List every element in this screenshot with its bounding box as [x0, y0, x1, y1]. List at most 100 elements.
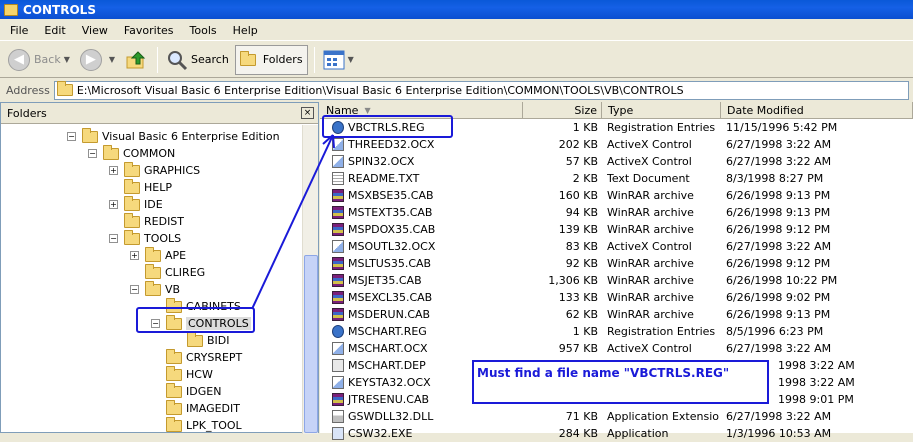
- file-size: 1,306 KB: [548, 274, 598, 287]
- file-date-modified: 1/3/1996 10:53 AM: [726, 427, 832, 440]
- cab-file-icon: [332, 206, 344, 219]
- file-name: CSW32.EXE: [348, 427, 413, 440]
- forward-button[interactable]: ▶ ▼: [76, 46, 119, 74]
- tree-item-label: LPK_TOOL: [186, 419, 242, 432]
- menu-tools[interactable]: Tools: [182, 24, 225, 37]
- folder-icon: [166, 348, 182, 364]
- tree-item-label: IMAGEDIT: [186, 402, 240, 415]
- tree-item-label: VB: [165, 283, 181, 296]
- highlight-folder-box: [136, 307, 255, 333]
- file-date-modified: 1998 3:22 AM: [778, 376, 855, 389]
- expander-icon[interactable]: −: [88, 149, 97, 158]
- up-folder-button[interactable]: [121, 46, 151, 74]
- file-type: Registration Entries: [607, 325, 716, 338]
- folder-icon: [145, 246, 161, 262]
- file-type: ActiveX Control: [607, 240, 692, 253]
- file-date-modified: 6/26/1998 9:13 PM: [726, 206, 831, 219]
- menu-edit[interactable]: Edit: [36, 24, 73, 37]
- file-row[interactable]: MSPDOX35.CAB 139 KB WinRAR archive 6/26/199…: [320, 221, 913, 238]
- menu-file[interactable]: File: [2, 24, 36, 37]
- file-row[interactable]: CSW32.EXE 284 KB Application 1/3/1996 10:53…: [320, 425, 913, 442]
- tree-item[interactable]: − COMMON: [88, 144, 175, 162]
- expander-icon[interactable]: −: [130, 285, 139, 294]
- tree-item[interactable]: IMAGEDIT: [151, 399, 240, 417]
- folder-tree-scrollbar[interactable]: [302, 125, 318, 434]
- file-size: 139 KB: [558, 223, 598, 236]
- expander-icon[interactable]: −: [67, 132, 76, 141]
- file-date-modified: 6/26/1998 9:02 PM: [726, 291, 831, 304]
- file-row[interactable]: MSLTUS35.CAB 92 KB WinRAR archive 6/26/1998…: [320, 255, 913, 272]
- exe-file-icon: [332, 427, 344, 440]
- tree-item[interactable]: + IDE: [109, 195, 163, 213]
- folder-icon: [145, 280, 161, 296]
- scrollbar-thumb[interactable]: [304, 255, 318, 433]
- menu-help[interactable]: Help: [225, 24, 266, 37]
- file-name: MSDERUN.CAB: [348, 308, 431, 321]
- file-type: ActiveX Control: [607, 138, 692, 151]
- tree-item[interactable]: + APE: [130, 246, 187, 264]
- menu-view[interactable]: View: [74, 24, 116, 37]
- file-date-modified: 6/26/1998 10:22 PM: [726, 274, 838, 287]
- file-row[interactable]: MSJET35.CAB 1,306 KB WinRAR archive 6/26/19…: [320, 272, 913, 289]
- file-row[interactable]: README.TXT 2 KB Text Document 8/3/1998 8:27…: [320, 170, 913, 187]
- column-header-size[interactable]: Size: [523, 102, 602, 119]
- tree-item-label: CLIREG: [165, 266, 206, 279]
- tree-item[interactable]: HCW: [151, 365, 213, 383]
- search-button[interactable]: Search: [162, 46, 233, 74]
- tree-item[interactable]: HELP: [109, 178, 172, 196]
- tree-item[interactable]: CLIREG: [130, 263, 206, 281]
- menu-bar: File Edit View Favorites Tools Help: [0, 21, 913, 41]
- file-date-modified: 8/3/1998 8:27 PM: [726, 172, 824, 185]
- file-date-modified: 1998 3:22 AM: [778, 359, 855, 372]
- file-type: Text Document: [607, 172, 690, 185]
- tree-item[interactable]: − VB: [130, 280, 181, 298]
- annotation-note: Must find a file name "VBCTRLS.REG": [472, 360, 769, 404]
- file-type: WinRAR archive: [607, 189, 694, 202]
- tree-item-label: APE: [165, 249, 187, 262]
- folders-button[interactable]: Folders: [234, 44, 308, 75]
- tree-item[interactable]: BIDI: [172, 331, 230, 349]
- tree-item-label: BIDI: [207, 334, 230, 347]
- file-row[interactable]: MSEXCL35.CAB 133 KB WinRAR archive 6/26/199…: [320, 289, 913, 306]
- tree-item[interactable]: REDIST: [109, 212, 184, 230]
- expander-icon[interactable]: +: [130, 251, 139, 260]
- sort-arrow-icon: ▼: [364, 105, 371, 115]
- folder-icon: [166, 365, 182, 381]
- tree-item[interactable]: CRYSREPT: [151, 348, 242, 366]
- file-row[interactable]: SPIN32.OCX 57 KB ActiveX Control 6/27/1998 …: [320, 153, 913, 170]
- file-row[interactable]: MSCHART.OCX 957 KB ActiveX Control 6/27/199…: [320, 340, 913, 357]
- file-size: 57 KB: [565, 155, 598, 168]
- tree-item[interactable]: LPK_TOOL: [151, 416, 242, 434]
- tree-item-label: IDGEN: [186, 385, 222, 398]
- tree-item-label: GRAPHICS: [144, 164, 201, 177]
- file-row[interactable]: MSOUTL32.OCX 83 KB ActiveX Control 6/27/199…: [320, 238, 913, 255]
- file-type: WinRAR archive: [607, 291, 694, 304]
- tree-item[interactable]: + GRAPHICS: [109, 161, 201, 179]
- menu-favorites[interactable]: Favorites: [116, 24, 182, 37]
- folder-icon: [124, 161, 140, 177]
- close-icon[interactable]: ×: [301, 107, 314, 119]
- file-row[interactable]: MSDERUN.CAB 62 KB WinRAR archive 6/26/1998 …: [320, 306, 913, 323]
- tree-item-label: HCW: [186, 368, 213, 381]
- file-row[interactable]: THREED32.OCX 202 KB ActiveX Control 6/27/19…: [320, 136, 913, 153]
- file-row[interactable]: MSCHART.REG 1 KB Registration Entries 8/5/1…: [320, 323, 913, 340]
- file-row[interactable]: MSXBSE35.CAB 160 KB WinRAR archive 6/26/199…: [320, 187, 913, 204]
- tree-item[interactable]: − TOOLS: [109, 229, 181, 247]
- expander-icon[interactable]: +: [109, 166, 118, 175]
- file-size: 1 KB: [572, 121, 598, 134]
- address-input[interactable]: E:\Microsoft Visual Basic 6 Enterprise E…: [53, 80, 909, 100]
- file-row[interactable]: MSTEXT35.CAB 94 KB WinRAR archive 6/26/1998…: [320, 204, 913, 221]
- expander-icon[interactable]: +: [109, 200, 118, 209]
- file-type: WinRAR archive: [607, 206, 694, 219]
- file-row[interactable]: GSWDLL32.DLL 71 KB Application Extension 6/…: [320, 408, 913, 425]
- file-type: Application: [607, 427, 669, 440]
- tree-item[interactable]: − Visual Basic 6 Enterprise Edition: [67, 127, 280, 145]
- toolbar-separator: [157, 46, 159, 73]
- expander-icon[interactable]: −: [109, 234, 118, 243]
- column-header-type[interactable]: Type: [602, 102, 721, 119]
- tree-item[interactable]: IDGEN: [151, 382, 222, 400]
- column-header-date-modified[interactable]: Date Modified: [721, 102, 913, 119]
- back-button[interactable]: ◀ Back ▼: [4, 46, 74, 74]
- views-button[interactable]: ▼: [319, 46, 358, 74]
- dll-file-icon: [332, 410, 344, 423]
